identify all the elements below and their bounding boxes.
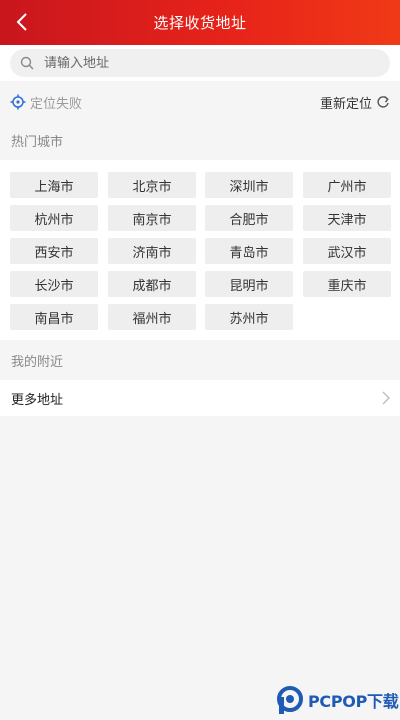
search-input[interactable] (44, 55, 374, 71)
hot-cities-grid: 上海市 北京市 深圳市 广州市杭州市 南京市 合肥市 天津市西安市 济南市 青岛市 武汉市长沙市成… (0, 160, 400, 340)
city-button[interactable]: 福州市 (108, 304, 196, 330)
pcpop-logo-icon (277, 686, 303, 714)
locate-icon (10, 94, 26, 110)
city-button[interactable]: 上海市 (10, 172, 98, 198)
city-button[interactable]: 西安市 (10, 238, 98, 264)
city-button[interactable]: 南昌市 (10, 304, 98, 330)
header-bar: 选择收货地址 (0, 0, 400, 45)
relocate-label: 重新定位 (319, 96, 372, 112)
city-button[interactable]: 合肥市 (205, 205, 293, 231)
watermark-brand: PCPOP下载 (308, 692, 399, 711)
refresh-icon (377, 95, 389, 108)
hot-cities-title: 热门城市 (0, 122, 400, 158)
city-button[interactable]: 北京市 (108, 172, 196, 198)
city-button[interactable]: 杭州市 (10, 205, 98, 231)
chevron-right-icon (382, 391, 390, 405)
location-row: 定位失败 重新定位 (0, 84, 400, 120)
location-status-group: 定位失败 (10, 93, 82, 112)
chevron-left-icon (16, 13, 27, 31)
search-box[interactable] (10, 49, 390, 77)
nearby-title: 我的附近 (0, 342, 400, 378)
city-button[interactable]: 天津市 (303, 205, 391, 231)
more-addresses-row[interactable]: 更多地址 (0, 380, 400, 416)
city-button[interactable]: 苏州市 (205, 304, 293, 330)
city-button[interactable]: 成都市 (108, 271, 196, 297)
back-button[interactable] (6, 6, 38, 38)
search-bar (0, 45, 400, 81)
watermark-logo: PCPOP下载 (276, 682, 400, 718)
location-status: 定位失败 (30, 96, 83, 112)
city-button[interactable]: 济南市 (108, 238, 196, 264)
relocate-button[interactable]: 重新定位 (320, 93, 390, 112)
address-select-screen: 选择收货地址 定位失败 重新定位 (0, 0, 400, 720)
city-button[interactable]: 重庆市 (303, 271, 391, 297)
city-button[interactable]: 青岛市 (205, 238, 293, 264)
city-button[interactable]: 昆明市 (205, 271, 293, 297)
city-button[interactable]: 南京市 (108, 205, 196, 231)
page-title: 选择收货地址 (153, 14, 247, 32)
city-button[interactable]: 长沙市 (10, 271, 98, 297)
city-button[interactable]: 深圳市 (205, 172, 293, 198)
more-addresses-label: 更多地址 (11, 392, 64, 408)
city-button[interactable]: 广州市 (303, 172, 391, 198)
city-button[interactable]: 武汉市 (303, 238, 391, 264)
search-icon (20, 55, 36, 71)
